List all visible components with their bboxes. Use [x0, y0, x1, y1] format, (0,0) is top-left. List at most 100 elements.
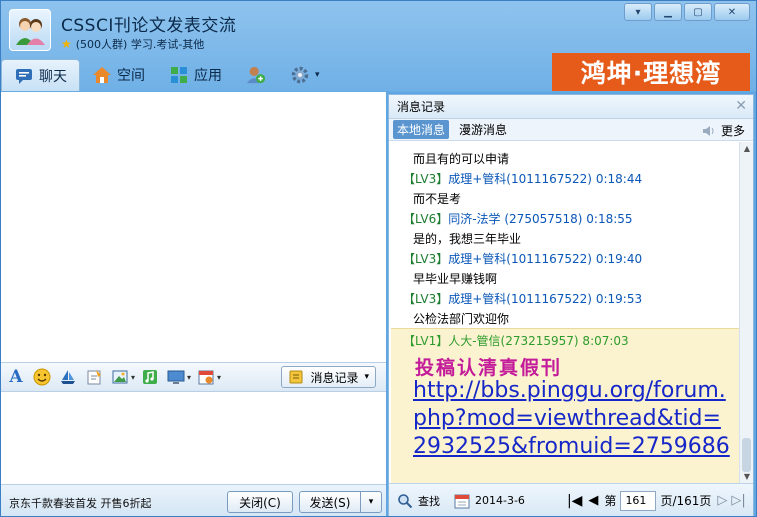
history-message-sender: 【LV3】成理+管科(1011167522) 0:18:44	[403, 170, 642, 187]
send-button[interactable]: 发送(S)	[299, 491, 361, 513]
group-app-dropdown-icon[interactable]: ▾	[217, 373, 221, 382]
highlighted-link[interactable]: http://bbs.pinggu.org/forum.php?mod=view…	[413, 377, 731, 461]
history-message-sender: 【LV3】成理+管科(1011167522) 0:19:53	[403, 290, 642, 307]
sender-name[interactable]: 同济-法学 (275057518)	[448, 212, 582, 226]
history-message-text: 是的，我想三年毕业	[413, 232, 522, 246]
history-scrollbar[interactable]: ▲ ▼	[739, 142, 753, 484]
history-panel-header: 消息记录 ✕	[389, 95, 753, 119]
shake-button[interactable]	[57, 366, 79, 388]
highlighted-sender: 【LV1】人大-管信(273215957) 8:07:03	[403, 334, 629, 348]
screenshot-button[interactable]	[165, 366, 187, 388]
tab-space-label: 空间	[117, 68, 145, 84]
screen-icon	[167, 370, 185, 384]
highlighted-message: 【LV1】人大-管信(273215957) 8:07:03 投稿认清真假刊 ht…	[391, 328, 739, 484]
house-icon	[93, 67, 111, 83]
page-suffix: 页/161页	[660, 494, 712, 508]
sender-name[interactable]: 成理+管科(1011167522)	[448, 172, 592, 186]
history-date[interactable]: 2014-3-6	[475, 494, 525, 507]
ad-banner-text: 鸿坤·理想湾	[580, 59, 722, 88]
ad-banner[interactable]: 鸿坤·理想湾	[552, 53, 750, 91]
last-page-icon[interactable]: ▷|	[731, 493, 745, 508]
scroll-thumb[interactable]	[742, 438, 751, 472]
sender-name[interactable]: 成理+管科(1011167522)	[448, 252, 592, 266]
ad-text-link[interactable]: 京东千款春装首发 开售6折起	[9, 495, 152, 511]
history-messages[interactable]: 而且有的可以申请 【LV3】成理+管科(1011167522) 0:18:44 …	[389, 142, 739, 484]
image-dropdown-icon[interactable]: ▾	[131, 373, 135, 382]
tab-space[interactable]: 空间	[80, 59, 157, 91]
close-icon[interactable]: ✕	[735, 98, 747, 114]
group-avatar[interactable]	[9, 9, 51, 51]
tab-apps-label: 应用	[194, 68, 222, 84]
minimize-button[interactable]: ▁	[654, 3, 682, 21]
scroll-up-icon[interactable]: ▲	[742, 144, 752, 154]
tab-chat[interactable]: 聊天	[1, 59, 80, 91]
add-member-button[interactable]	[234, 59, 278, 91]
history-message-sender: 【LV3】成理+管科(1011167522) 0:19:40	[403, 250, 642, 267]
screenshot-dropdown-icon[interactable]: ▾	[187, 373, 191, 382]
apps-icon	[171, 67, 187, 83]
input-toolbar: A ▾ ▾ ▾ 消息记录 ▾	[1, 362, 386, 392]
close-button[interactable]: ✕	[714, 3, 750, 21]
history-message-text: 而且有的可以申请	[413, 152, 510, 166]
menu-button[interactable]: ▾	[624, 3, 652, 21]
history-message-sender: 【LV6】同济-法学 (275057518) 0:18:55	[403, 210, 633, 227]
group-info: (500人群) 学习.考试-其他	[75, 38, 205, 51]
history-message-text: 而不是考	[413, 192, 462, 206]
close-icon: ✕	[727, 6, 737, 18]
minimize-icon: ▁	[664, 6, 672, 18]
page-input[interactable]: 161	[620, 490, 657, 511]
emoji-button[interactable]	[31, 366, 53, 388]
history-message-text: 公检法部门欢迎你	[413, 312, 510, 326]
dropdown-icon: ▾	[635, 6, 641, 18]
page-prefix: 第	[604, 494, 617, 508]
sender-name[interactable]: 成理+管科(1011167522)	[448, 292, 592, 306]
message-history-button[interactable]: 消息记录 ▾	[281, 366, 376, 388]
next-page-icon[interactable]: ▷	[717, 493, 727, 508]
chevron-down-icon: ▾	[364, 372, 369, 382]
bottom-bar: 京东千款春装首发 开售6折起 关闭(C) 发送(S) ▾	[1, 484, 386, 516]
message-time: 0:19:53	[595, 292, 643, 306]
search-label[interactable]: 查找	[418, 493, 440, 509]
star-icon: ★	[61, 37, 72, 51]
first-page-icon[interactable]: |◀	[567, 493, 582, 509]
picture-icon	[112, 370, 128, 384]
music-icon	[143, 370, 158, 384]
tab-apps[interactable]: 应用	[157, 59, 234, 91]
history-message-text: 早毕业早赚钱啊	[413, 272, 498, 286]
more-button[interactable]: 更多	[701, 122, 745, 139]
group-app-button[interactable]	[195, 366, 217, 388]
history-panel: 消息记录 ✕ 本地消息 漫游消息 更多 而且有的可以申请 【LV3】成理+管科(…	[388, 94, 754, 516]
calendar-icon[interactable]	[454, 493, 470, 509]
message-history-label: 消息记录	[310, 370, 359, 385]
window-controls: ▾ ▁ ▢ ✕	[624, 3, 750, 21]
music-button[interactable]	[139, 366, 161, 388]
history-tabs: 本地消息 漫游消息 更多	[389, 119, 753, 141]
history-panel-title: 消息记录	[397, 100, 446, 114]
image-button[interactable]	[109, 366, 131, 388]
history-icon	[289, 370, 303, 384]
chat-panel: A ▾ ▾ ▾ 消息记录 ▾ 京东千款春装首发 开售6折起 关闭(C) 发送(S…	[1, 92, 386, 516]
settings-button[interactable]: ▾	[278, 59, 332, 91]
chevron-down-icon: ▾	[315, 70, 320, 80]
message-time: 0:18:44	[595, 172, 643, 186]
tab-local-messages[interactable]: 本地消息	[393, 120, 450, 139]
chat-window: CSSCI刊论文发表交流 ★ (500人群) 学习.考试-其他 ▾ ▁ ▢ ✕ …	[0, 0, 757, 517]
close-chat-button[interactable]: 关闭(C)	[227, 491, 293, 513]
history-footer: 查找 2014-3-6 |◀ ◀ 第 161 页/161页 ▷ ▷|	[389, 483, 753, 516]
prev-page-icon[interactable]: ◀	[588, 493, 598, 508]
message-area[interactable]	[1, 92, 386, 362]
smiley-icon	[33, 368, 51, 386]
tab-chat-label: 聊天	[39, 68, 67, 85]
send-options-button[interactable]: ▾	[360, 491, 382, 513]
maximize-button[interactable]: ▢	[684, 3, 712, 21]
font-button[interactable]: A	[5, 366, 27, 388]
notes-button[interactable]	[83, 366, 105, 388]
maximize-icon: ▢	[693, 6, 703, 18]
message-input[interactable]	[1, 392, 386, 484]
tab-roaming-messages[interactable]: 漫游消息	[455, 120, 511, 139]
highlighted-title: 投稿认清真假刊	[415, 357, 563, 379]
add-member-icon	[246, 66, 266, 84]
level-badge: 【LV3】	[403, 172, 449, 186]
scroll-down-icon[interactable]: ▼	[742, 472, 752, 482]
search-icon[interactable]	[397, 493, 413, 509]
